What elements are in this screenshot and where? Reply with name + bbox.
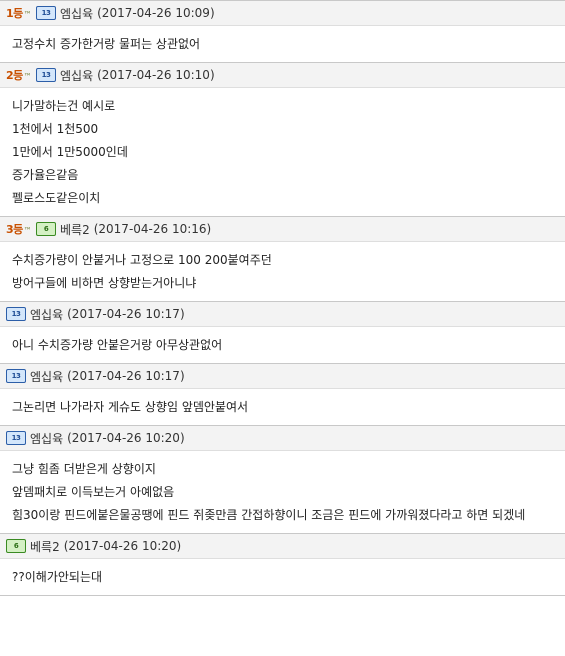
rank-medal-icon: ™ (23, 226, 32, 235)
comment-text-line: 앞뎀패치로 이득보는거 아예없음 (12, 485, 175, 499)
rank-badge: 2등™ (6, 67, 36, 83)
author-name[interactable]: 엠십육 (60, 67, 93, 84)
comment-item: 6 베륵2 (2017-04-26 10:20) ??이해가안되는대 (0, 533, 565, 596)
comment-text-line: 1만에서 1만5000인데 (12, 145, 128, 159)
comment-text-line: 펠로스도같은이치 (12, 191, 101, 205)
rank-suffix: 등 (13, 7, 23, 20)
comment-timestamp: (2017-04-26 10:20) (63, 539, 182, 553)
comment-list: 1등™ 13 엠십육 (2017-04-26 10:09) 고정수치 증가한거랑 물퍼는… (0, 0, 565, 596)
comment-item: 1등™ 13 엠십육 (2017-04-26 10:09) 고정수치 증가한거랑 물퍼는… (0, 0, 565, 62)
rank-medal-icon: ™ (23, 72, 32, 81)
comment-text-line: 그냥 힘좀 더받은게 상향이지 (12, 462, 156, 476)
author-name[interactable]: 엠십육 (30, 368, 63, 385)
rank-suffix: 등 (13, 69, 23, 82)
comment-body: 아니 수치증가량 안붙은거랑 아무상관없어 (0, 327, 565, 363)
comment-text-line: 방어구들에 비하면 상향받는거아니냐 (12, 276, 197, 290)
level-badge-blue-icon: 13 (36, 6, 56, 20)
comment-body: 니가말하는건 예시로 1천에서 1천500 1만에서 1만5000인데증가율은같음펠… (0, 88, 565, 216)
author-name[interactable]: 엠십육 (60, 5, 93, 22)
comment-text-line: 1천에서 1천500 (12, 122, 99, 136)
rank-badge: 1등™ (6, 5, 36, 21)
rank-suffix: 등 (13, 223, 23, 236)
author-name[interactable]: 베륵2 (60, 221, 90, 238)
rank-badge: 3등™ (6, 221, 36, 237)
comment-header: 13 엠십육 (2017-04-26 10:17) (0, 364, 565, 389)
comment-timestamp: (2017-04-26 10:09) (97, 6, 215, 20)
author-name[interactable]: 엠십육 (30, 306, 63, 323)
author-name[interactable]: 엠십육 (30, 430, 63, 447)
comment-text-line: ??이해가안되는대 (12, 570, 103, 584)
comment-item: 13 엠십육 (2017-04-26 10:17) 그논리면 나가라자 게슈도 상향임… (0, 363, 565, 425)
comment-body: ??이해가안되는대 (0, 559, 565, 595)
comment-header: 1등™ 13 엠십육 (2017-04-26 10:09) (0, 1, 565, 26)
comment-text-line: 아니 수치증가량 안붙은거랑 아무상관없어 (12, 338, 223, 352)
comment-item: 2등™ 13 엠십육 (2017-04-26 10:10) 니가말하는건 예시로 1천에서… (0, 62, 565, 216)
comment-item: 13 엠십육 (2017-04-26 10:20) 그냥 힘좀 더받은게 상향이지앞뎀… (0, 425, 565, 533)
comment-body: 수치증가량이 안붙거나 고정으로 100 200붙여주던방어구들에 비하면 상향… (0, 242, 565, 301)
comment-text-line: 그논리면 나가라자 게슈도 상향임 앞뎀안붙여서 (12, 400, 249, 414)
level-badge-blue-icon: 13 (6, 431, 26, 445)
comment-body: 그논리면 나가라자 게슈도 상향임 앞뎀안붙여서 (0, 389, 565, 425)
comment-timestamp: (2017-04-26 10:17) (67, 307, 185, 321)
comment-header: 13 엠십육 (2017-04-26 10:20) (0, 426, 565, 451)
comment-item: 3등™ 6 베륵2 (2017-04-26 10:16) 수치증가량이 안붙거나 고정으… (0, 216, 565, 301)
comment-text-line: 수치증가량이 안붙거나 고정으로 100 200붙여주던 (12, 253, 272, 267)
author-name[interactable]: 베륵2 (30, 538, 60, 555)
level-badge-green-icon: 6 (6, 539, 26, 553)
comment-header: 3등™ 6 베륵2 (2017-04-26 10:16) (0, 217, 565, 242)
rank-medal-icon: ™ (23, 10, 32, 19)
comment-body: 그냥 힘좀 더받은게 상향이지앞뎀패치로 이득보는거 아예없음힘30이랑 핀드에… (0, 451, 565, 533)
comment-text-line: 니가말하는건 예시로 (12, 99, 116, 113)
comment-header: 13 엠십육 (2017-04-26 10:17) (0, 302, 565, 327)
comment-item: 13 엠십육 (2017-04-26 10:17) 아니 수치증가량 안붙은거랑 아무… (0, 301, 565, 363)
level-badge-blue-icon: 13 (6, 307, 26, 321)
comment-text-line: 힘30이랑 핀드에붙은물공땡에 핀드 쥐좆만큼 간접하향이니 조금은 핀드에 가… (12, 508, 526, 522)
comment-text-line: 고정수치 증가한거랑 물퍼는 상관없어 (12, 37, 201, 51)
comment-header: 6 베륵2 (2017-04-26 10:20) (0, 534, 565, 559)
comment-text-line: 증가율은같음 (12, 168, 79, 182)
comment-timestamp: (2017-04-26 10:10) (97, 68, 215, 82)
comment-timestamp: (2017-04-26 10:20) (67, 431, 185, 445)
comment-body: 고정수치 증가한거랑 물퍼는 상관없어 (0, 26, 565, 62)
level-badge-blue-icon: 13 (36, 68, 56, 82)
comment-header: 2등™ 13 엠십육 (2017-04-26 10:10) (0, 63, 565, 88)
level-badge-blue-icon: 13 (6, 369, 26, 383)
comment-timestamp: (2017-04-26 10:16) (93, 222, 212, 236)
level-badge-green-icon: 6 (36, 222, 56, 236)
comment-timestamp: (2017-04-26 10:17) (67, 369, 185, 383)
